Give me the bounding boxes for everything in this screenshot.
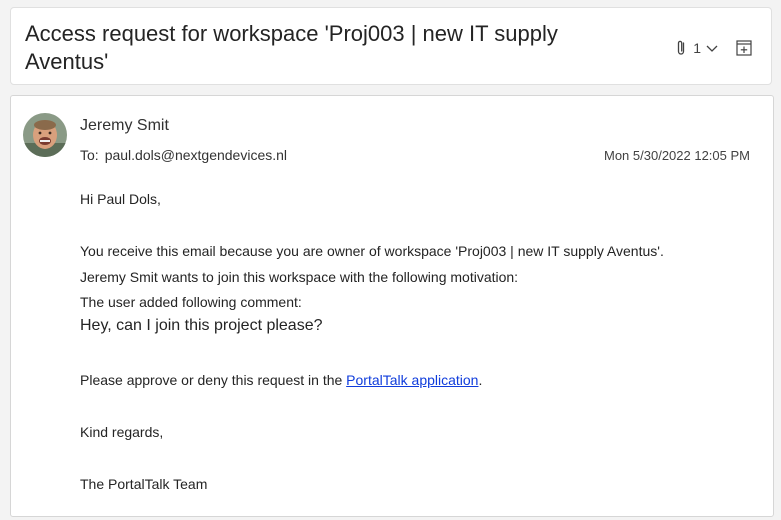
- chevron-down-icon[interactable]: [705, 41, 719, 55]
- approve-prefix: Please approve or deny this request in t…: [80, 372, 347, 388]
- message-pane: Jeremy Smit To: paul.dols@nextgendevices.…: [10, 95, 774, 517]
- portaltalk-link[interactable]: PortalTalk application: [346, 372, 478, 388]
- to-label: To:: [80, 147, 99, 163]
- closing: Kind regards,: [80, 424, 164, 440]
- paperclip-icon[interactable]: [675, 39, 687, 57]
- open-in-window-icon[interactable]: [735, 39, 753, 57]
- message-timestamp: Mon 5/30/2022 12:05 PM: [604, 148, 750, 163]
- recipient-address[interactable]: paul.dols@nextgendevices.nl: [105, 147, 287, 163]
- body-line-1: You receive this email because you are o…: [80, 243, 664, 259]
- attachment-count[interactable]: 1: [693, 40, 701, 56]
- body-line-2: Jeremy Smit wants to join this workspace…: [80, 269, 519, 285]
- body-line-3: The user added following comment:: [80, 294, 302, 310]
- sender-name[interactable]: Jeremy Smit: [80, 117, 169, 135]
- approve-suffix: .: [478, 372, 483, 388]
- signature: The PortalTalk Team: [80, 476, 208, 492]
- user-comment: Hey, can I join this project please?: [80, 317, 323, 334]
- avatar[interactable]: [23, 113, 67, 157]
- email-subject: Access request for workspace 'Proj003 | …: [25, 21, 558, 74]
- approve-line: Please approve or deny this request in t…: [80, 372, 482, 388]
- subject-actions: 1: [675, 38, 753, 58]
- subject-header: Access request for workspace 'Proj003 | …: [10, 7, 772, 85]
- greeting: Hi Paul Dols,: [80, 191, 161, 207]
- recipient-line: To: paul.dols@nextgendevices.nl: [80, 147, 287, 163]
